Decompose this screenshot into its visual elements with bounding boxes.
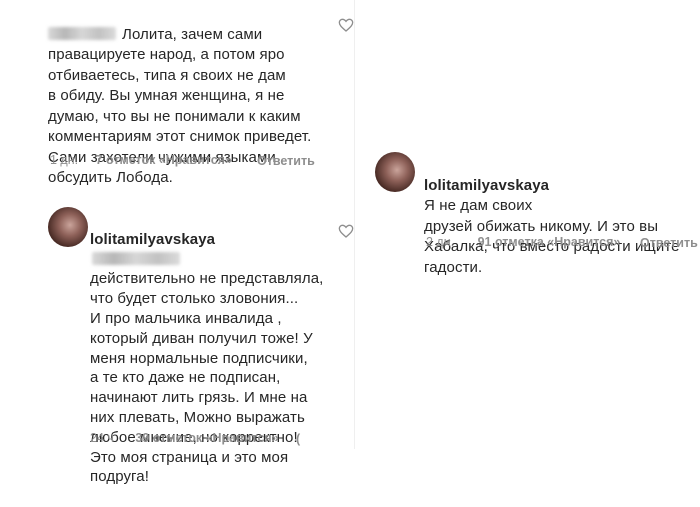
comment-3-time: 2 дн. [426,235,455,249]
comment-1-likes[interactable]: 7 отметок «Нравится» [96,153,232,167]
comment-3-likes[interactable]: 91 отметка «Нравится» [478,235,621,249]
comment-1-time: 1 дн. [50,153,79,167]
comment-1-heart-icon[interactable] [338,17,354,33]
comment-2: lolitamilyavskaya действительно не предс… [90,210,340,507]
comment-1-meta: 1 дн. 7 отметок «Нравится» [50,153,232,167]
comment-3-body: lolitamilyavskaya Я не дам своих друзей … [424,155,696,278]
comment-2-body: lolitamilyavskaya действительно не предс… [90,210,340,507]
comment-1-reply-button[interactable]: Ответить [257,153,315,170]
comment-2-time: 24 ч [90,431,114,445]
blurred-username [48,26,116,40]
panel-divider [354,0,355,449]
comment-3-meta: 2 дн. 91 отметка «Нравится» [426,235,620,249]
comment-2-heart-icon[interactable] [338,223,354,239]
comment-3: lolitamilyavskaya Я не дам своих друзей … [424,155,696,278]
blurred-mention [92,251,180,265]
comment-2-likes[interactable]: 39 отметок «Нравится» [135,431,278,445]
comment-2-meta: 24 ч 39 отметок «Нравится» [90,431,279,445]
comment-3-username[interactable]: lolitamilyavskaya [424,177,549,194]
comment-2-username[interactable]: lolitamilyavskaya [90,231,215,248]
comment-2-reply-button[interactable]: ( [296,431,302,448]
comment-3-avatar[interactable] [375,152,415,192]
comment-3-reply-button[interactable]: Ответить [640,235,698,252]
comment-2-avatar[interactable] [48,207,88,247]
comment-2-text: действительно не представляла, что будет… [90,270,324,486]
